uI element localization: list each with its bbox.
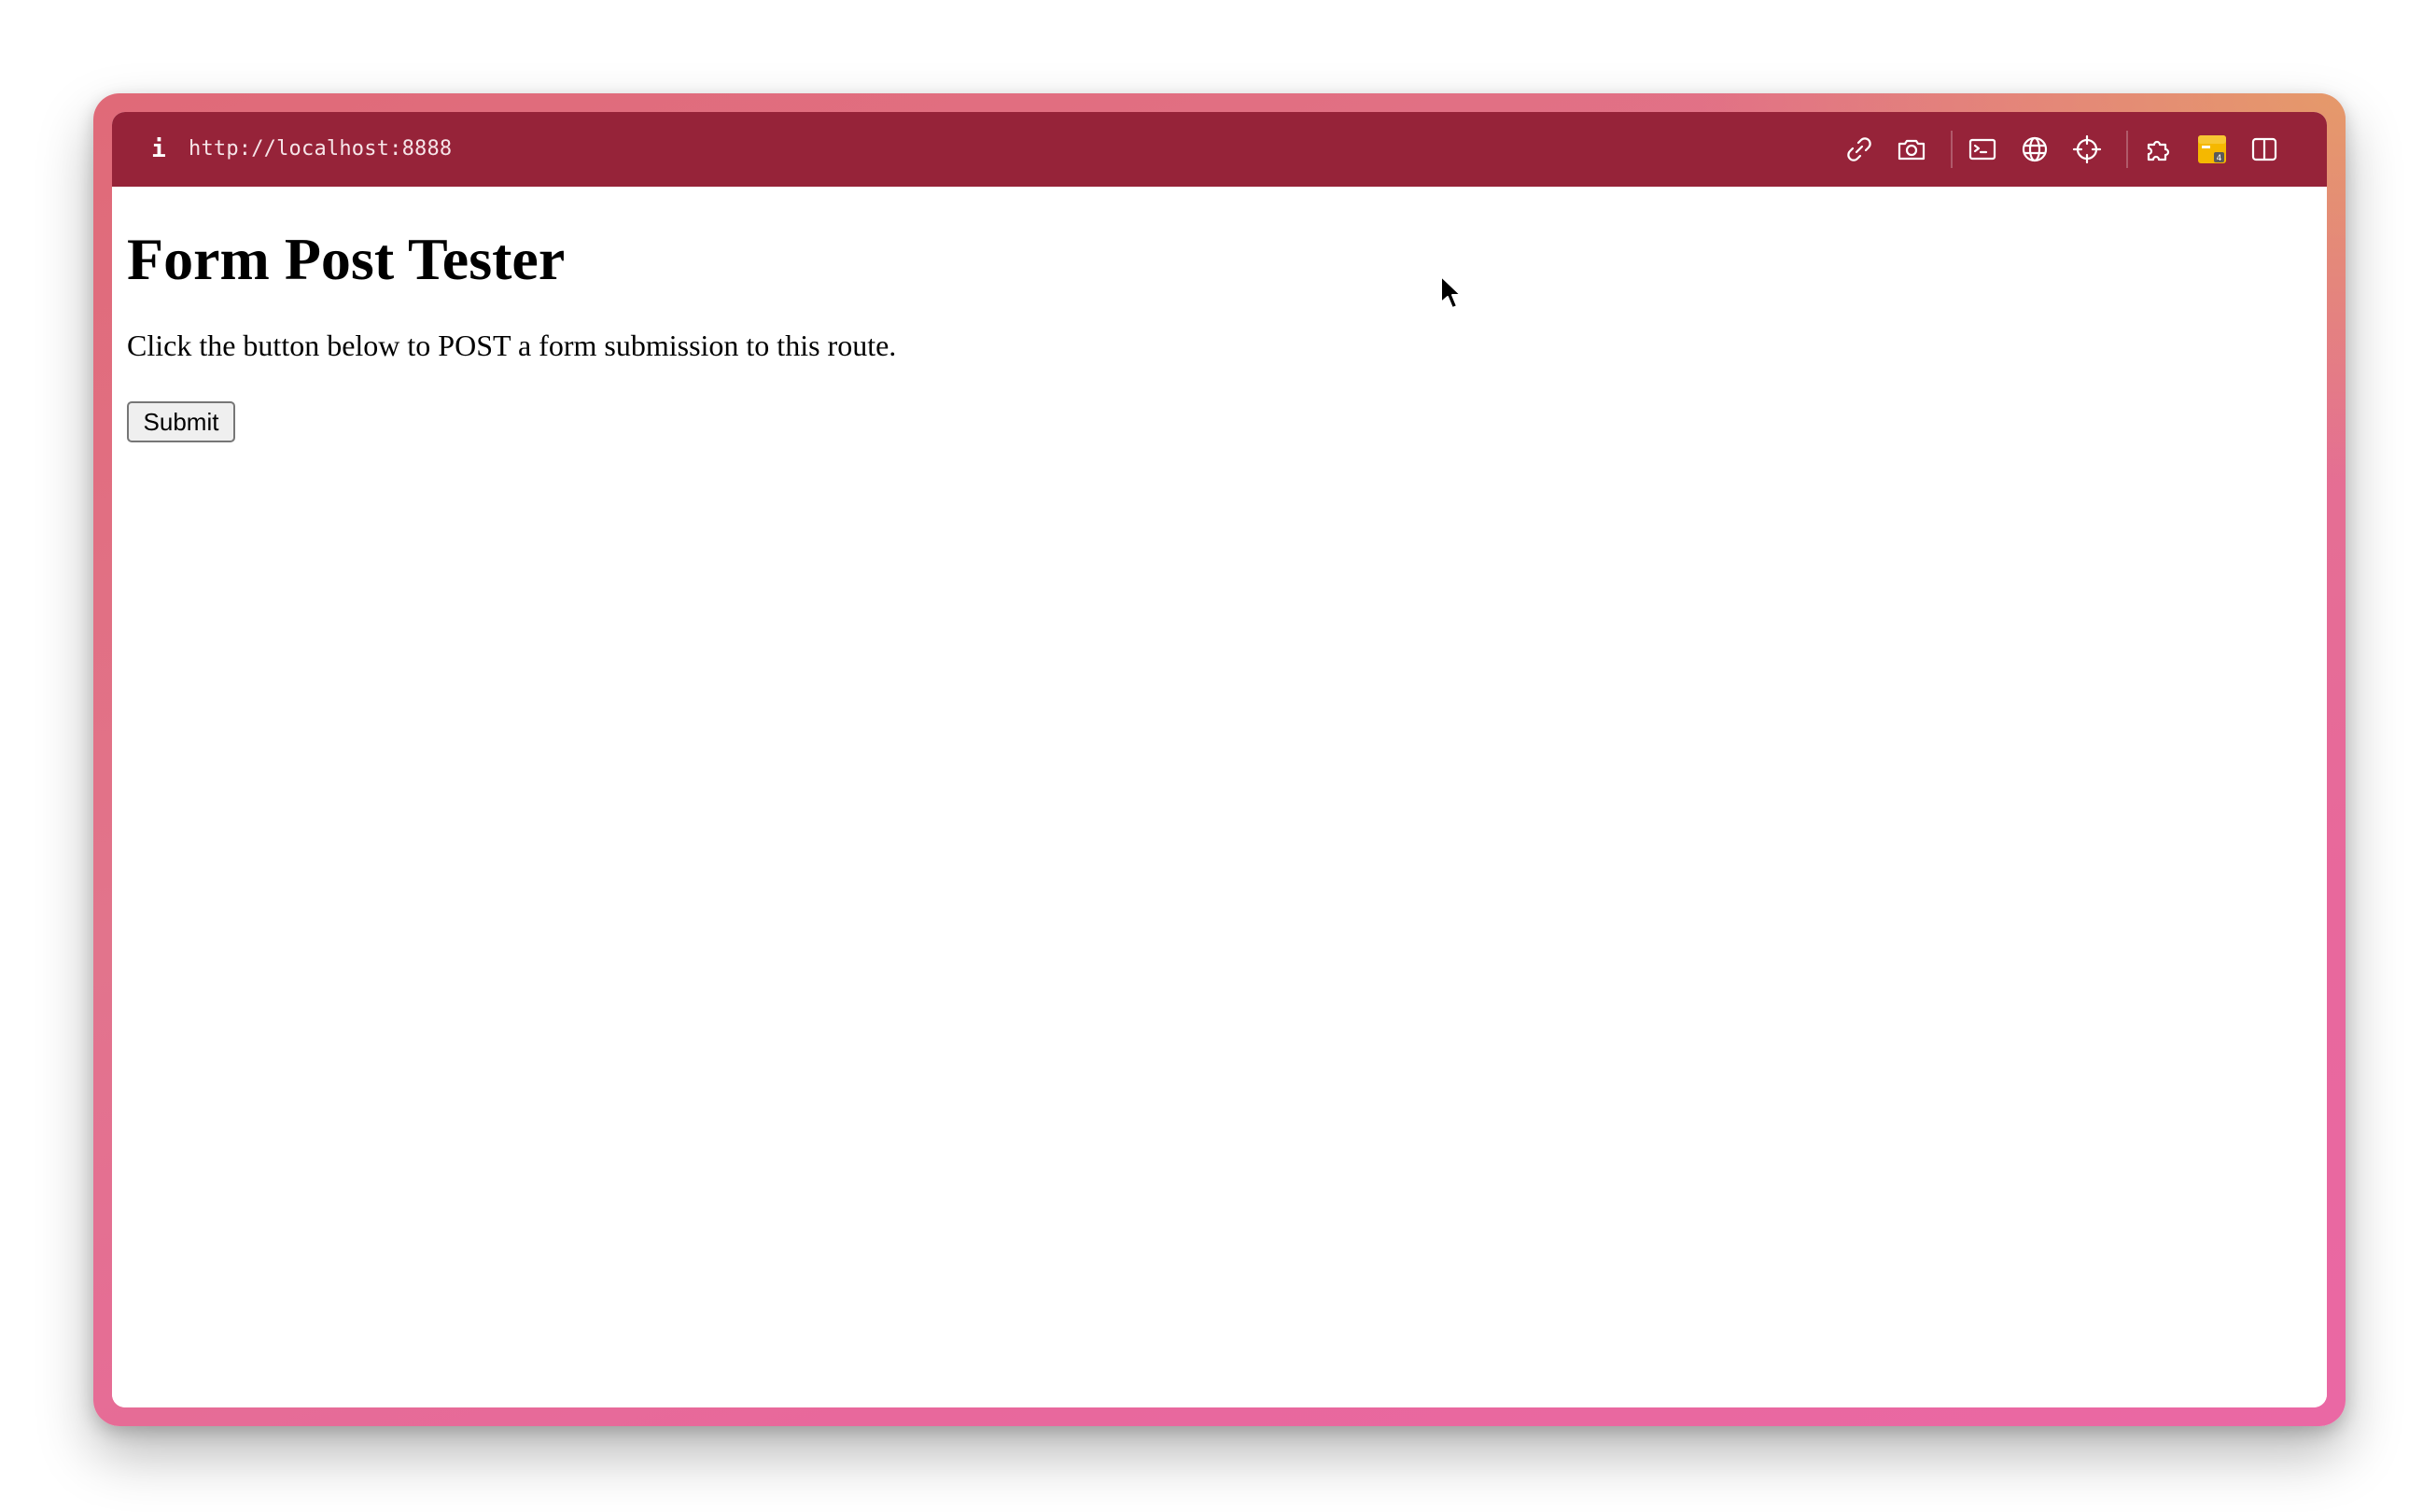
crosshair-icon[interactable] (2070, 133, 2104, 166)
url-bar[interactable]: http://localhost:8888 (189, 134, 452, 164)
page-title: Form Post Tester (127, 226, 566, 292)
extensions-icon[interactable] (2143, 133, 2177, 166)
sidebar-toggle-icon[interactable] (2248, 133, 2281, 166)
extension-badge-icon[interactable]: 4 (2195, 133, 2229, 166)
link-icon[interactable] (1842, 133, 1876, 166)
toolbar-separator (2126, 131, 2128, 168)
page-content: Form Post Tester Click the button below … (112, 187, 2327, 1407)
submit-button[interactable]: Submit (127, 401, 235, 442)
browser-toolbar: i http://localhost:8888 4 (112, 112, 2327, 187)
browser-window: i http://localhost:8888 4 Form Post Test… (112, 112, 2327, 1407)
mouse-cursor-icon (1440, 275, 1462, 309)
info-icon[interactable]: i (147, 134, 170, 164)
toolbar-separator (1951, 131, 1953, 168)
window-frame: i http://localhost:8888 4 Form Post Test… (93, 93, 2346, 1426)
page-description: Click the button below to POST a form su… (127, 329, 897, 362)
terminal-icon[interactable] (1966, 133, 1999, 166)
camera-icon[interactable] (1895, 133, 1928, 166)
svg-text:4: 4 (2217, 154, 2222, 163)
globe-icon[interactable] (2018, 133, 2052, 166)
